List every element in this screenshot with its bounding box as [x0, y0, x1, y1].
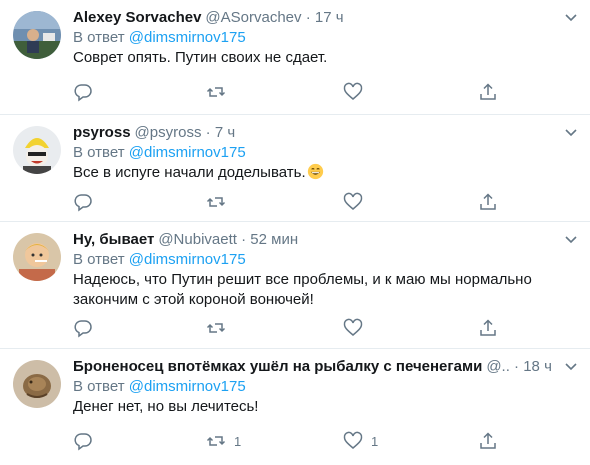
reply-prefix: В ответ [73, 144, 125, 161]
like-button[interactable]: 1 [343, 431, 378, 451]
reply-context: В ответ @dimsmirnov175 [73, 377, 580, 397]
share-icon [480, 319, 496, 336]
reply-prefix: В ответ [73, 251, 125, 268]
tweet-text: Соврет опять. Путин своих не сдает. [73, 49, 328, 66]
display-name[interactable]: Броненосец впотёмках ушёл на рыбалку с п… [73, 358, 482, 375]
retweet-button[interactable] [206, 192, 234, 212]
reply-button[interactable] [73, 318, 101, 338]
retweet-button[interactable] [206, 82, 234, 102]
tweet-actions [73, 82, 513, 102]
tweet-actions [73, 192, 513, 212]
timestamp[interactable]: 17 ч [315, 9, 344, 26]
chevron-down-icon[interactable] [564, 359, 578, 373]
mention-link[interactable]: @dimsmirnov175 [129, 144, 246, 161]
user-handle[interactable]: @psyross [135, 124, 202, 141]
avatar[interactable] [13, 360, 61, 408]
retweet-icon [206, 87, 226, 97]
avatar[interactable] [13, 233, 61, 281]
grinning-face-emoji-icon [307, 163, 323, 180]
reply-icon [74, 433, 92, 451]
user-handle[interactable]: @ASorvachev [205, 9, 301, 26]
tweet[interactable]: Alexey Sorvachev @ASorvachev · 17 ч В отв… [0, 0, 590, 115]
retweet-icon [206, 197, 226, 207]
chevron-down-icon[interactable] [564, 10, 578, 24]
tweet-content: Броненосец впотёмках ушёл на рыбалку с п… [73, 357, 580, 417]
retweet-count: 1 [234, 433, 242, 449]
retweet-button[interactable]: 1 [206, 431, 241, 451]
display-name[interactable]: Alexey Sorvachev [73, 9, 201, 26]
tweet-content: Ну, бывает @Nubivaett · 52 мин В ответ @d… [73, 230, 580, 310]
tweet-text: Надеюсь, что Путин решит все проблемы, и… [73, 271, 532, 308]
user-handle[interactable]: @.. [486, 358, 510, 375]
reply-icon [74, 320, 92, 338]
separator: · [514, 358, 520, 375]
tweet[interactable]: Ну, бывает @Nubivaett · 52 мин В ответ @d… [0, 222, 590, 349]
timestamp[interactable]: 52 мин [250, 231, 298, 248]
reply-prefix: В ответ [73, 378, 125, 395]
reply-context: В ответ @dimsmirnov175 [73, 250, 580, 270]
replies-feed: Alexey Sorvachev @ASorvachev · 17 ч В отв… [0, 0, 590, 465]
tweet-content: Alexey Sorvachev @ASorvachev · 17 ч В отв… [73, 8, 580, 68]
avatar[interactable] [13, 11, 61, 59]
chevron-down-icon[interactable] [564, 125, 578, 139]
reply-context: В ответ @dimsmirnov175 [73, 28, 580, 48]
share-icon [480, 193, 496, 210]
like-button[interactable] [343, 318, 371, 338]
tweet-text: Денег нет, но вы лечитесь! [73, 398, 259, 415]
share-button[interactable] [478, 318, 498, 338]
display-name[interactable]: psyross [73, 124, 131, 141]
timestamp[interactable]: 7 ч [215, 124, 235, 141]
tweet-text-line: Все в испуге начали доделывать. [73, 163, 580, 183]
tweet-header: Alexey Sorvachev @ASorvachev · 17 ч [73, 8, 580, 28]
tweet-content: psyross @psyross · 7 ч В ответ @dimsmirno… [73, 123, 580, 183]
timestamp[interactable]: 18 ч [523, 358, 552, 375]
tweet-header: psyross @psyross · 7 ч [73, 123, 580, 143]
tweet-text: Все в испуге начали доделывать. [73, 164, 306, 181]
reply-icon [74, 84, 92, 102]
share-button[interactable] [478, 82, 498, 102]
separator: · [205, 124, 211, 141]
like-count: 1 [371, 433, 379, 449]
retweet-button[interactable] [206, 318, 234, 338]
tweet[interactable]: psyross @psyross · 7 ч В ответ @dimsmirno… [0, 115, 590, 222]
retweet-icon [206, 323, 226, 333]
mention-link[interactable]: @dimsmirnov175 [129, 251, 246, 268]
reply-button[interactable] [73, 82, 101, 102]
tweet[interactable]: Броненосец впотёмках ушёл на рыбалку с п… [0, 349, 590, 465]
mention-link[interactable]: @dimsmirnov175 [129, 378, 246, 395]
like-button[interactable] [343, 192, 371, 212]
share-button[interactable] [478, 192, 498, 212]
mention-link[interactable]: @dimsmirnov175 [129, 29, 246, 46]
share-icon [480, 432, 496, 449]
display-name[interactable]: Ну, бывает [73, 231, 154, 248]
reply-button[interactable] [73, 192, 101, 212]
avatar[interactable] [13, 126, 61, 174]
retweet-icon [206, 436, 226, 446]
reply-button[interactable] [73, 431, 101, 451]
share-icon [480, 83, 496, 100]
heart-icon [343, 431, 363, 449]
like-button[interactable] [343, 82, 371, 102]
reply-icon [74, 194, 92, 212]
tweet-header: Ну, бывает @Nubivaett · 52 мин [73, 230, 580, 250]
heart-icon [343, 192, 363, 210]
share-button[interactable] [478, 431, 498, 451]
tweet-actions [73, 318, 513, 338]
user-handle[interactable]: @Nubivaett [158, 231, 237, 248]
heart-icon [343, 318, 363, 336]
tweet-header: Броненосец впотёмках ушёл на рыбалку с п… [73, 357, 553, 377]
separator: · [241, 231, 247, 248]
reply-prefix: В ответ [73, 29, 125, 46]
tweet-actions: 1 1 [73, 431, 513, 451]
heart-icon [343, 82, 363, 100]
separator: · [305, 9, 311, 26]
reply-context: В ответ @dimsmirnov175 [73, 143, 580, 163]
chevron-down-icon[interactable] [564, 232, 578, 246]
